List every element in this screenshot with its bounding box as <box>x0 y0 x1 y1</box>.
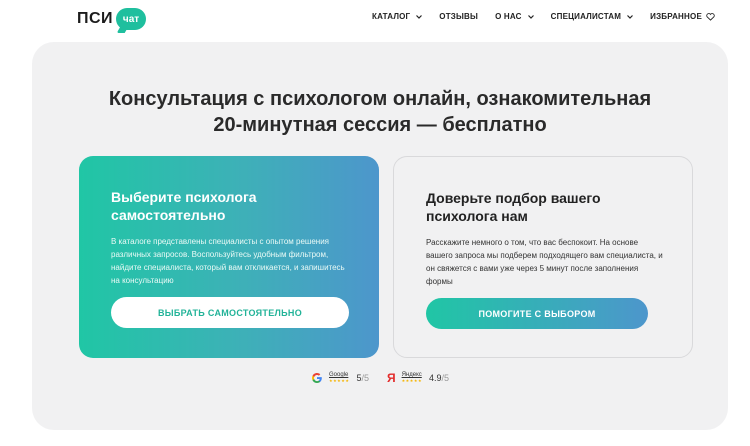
chevron-down-icon <box>416 14 423 19</box>
rating-stars: ★★★★★ <box>401 378 423 383</box>
nav-item-catalog[interactable]: КАТАЛОГ <box>372 12 423 21</box>
logo[interactable]: ПСИ чат <box>77 6 147 32</box>
card-text: В каталоге представлены специалисты с оп… <box>111 237 345 285</box>
nav-label: СПЕЦИАЛИСТАМ <box>550 12 622 21</box>
hero-title-line2: 20-минутная сессия — бесплатно <box>213 114 547 136</box>
nav-item-favorites[interactable]: ИЗБРАННОЕ <box>650 12 715 21</box>
hero-title: Консультация с психологом онлайн, ознако… <box>32 86 728 138</box>
help-select-card: Доверьте подбор вашего психолога нам Рас… <box>393 156 693 358</box>
nav-item-reviews[interactable]: ОТЗЫВЫ <box>439 12 478 21</box>
rating-score: 4.9 <box>429 373 442 383</box>
nav-label: ИЗБРАННОЕ <box>650 12 702 21</box>
logo-chat-bubble: чат <box>116 8 147 30</box>
rating-max: /5 <box>361 373 369 383</box>
help-me-choose-button[interactable]: ПОМОГИТЕ С ВЫБОРОМ <box>426 298 648 329</box>
card-title: Выберите психолога самостоятельно <box>111 189 257 223</box>
card-title: Доверьте подбор вашего психолога нам <box>426 190 601 224</box>
google-icon <box>312 373 322 383</box>
rating-max: /5 <box>441 373 450 383</box>
yandex-icon: Я <box>386 371 396 385</box>
rating-google[interactable]: Google ★★★★★ 5 /5 <box>311 372 369 384</box>
chevron-down-icon <box>627 14 634 19</box>
nav-label: КАТАЛОГ <box>372 12 411 21</box>
heart-icon <box>706 12 715 21</box>
header: ПСИ чат КАТАЛОГ ОТЗЫВЫ О НАС СПЕЦИАЛИСТА… <box>0 0 750 40</box>
self-select-card: Выберите психолога самостоятельно В ката… <box>79 156 379 358</box>
nav-label: О НАС <box>495 12 522 21</box>
choose-yourself-button[interactable]: ВЫБРАТЬ САМОСТОЯТЕЛЬНО <box>111 297 349 328</box>
ratings: Google ★★★★★ 5 /5 Я Яндекс ★★★★★ 4.9 /5 <box>311 372 467 384</box>
main-nav: КАТАЛОГ ОТЗЫВЫ О НАС СПЕЦИАЛИСТАМ ИЗБРАН… <box>372 12 715 21</box>
nav-item-about[interactable]: О НАС <box>495 12 534 21</box>
hero-title-line1: Консультация с психологом онлайн, ознако… <box>108 88 652 110</box>
rating-yandex[interactable]: Я Яндекс ★★★★★ 4.9 /5 <box>387 372 449 384</box>
chevron-down-icon <box>527 14 534 19</box>
logo-text: ПСИ <box>77 10 114 27</box>
nav-label: ОТЗЫВЫ <box>439 12 479 21</box>
nav-item-specialists[interactable]: СПЕЦИАЛИСТАМ <box>551 12 634 21</box>
card-text: Расскажите немного о том, что вас беспок… <box>426 238 663 286</box>
hero-panel: Консультация с психологом онлайн, ознако… <box>32 42 728 430</box>
rating-stars: ★★★★★ <box>329 378 350 383</box>
